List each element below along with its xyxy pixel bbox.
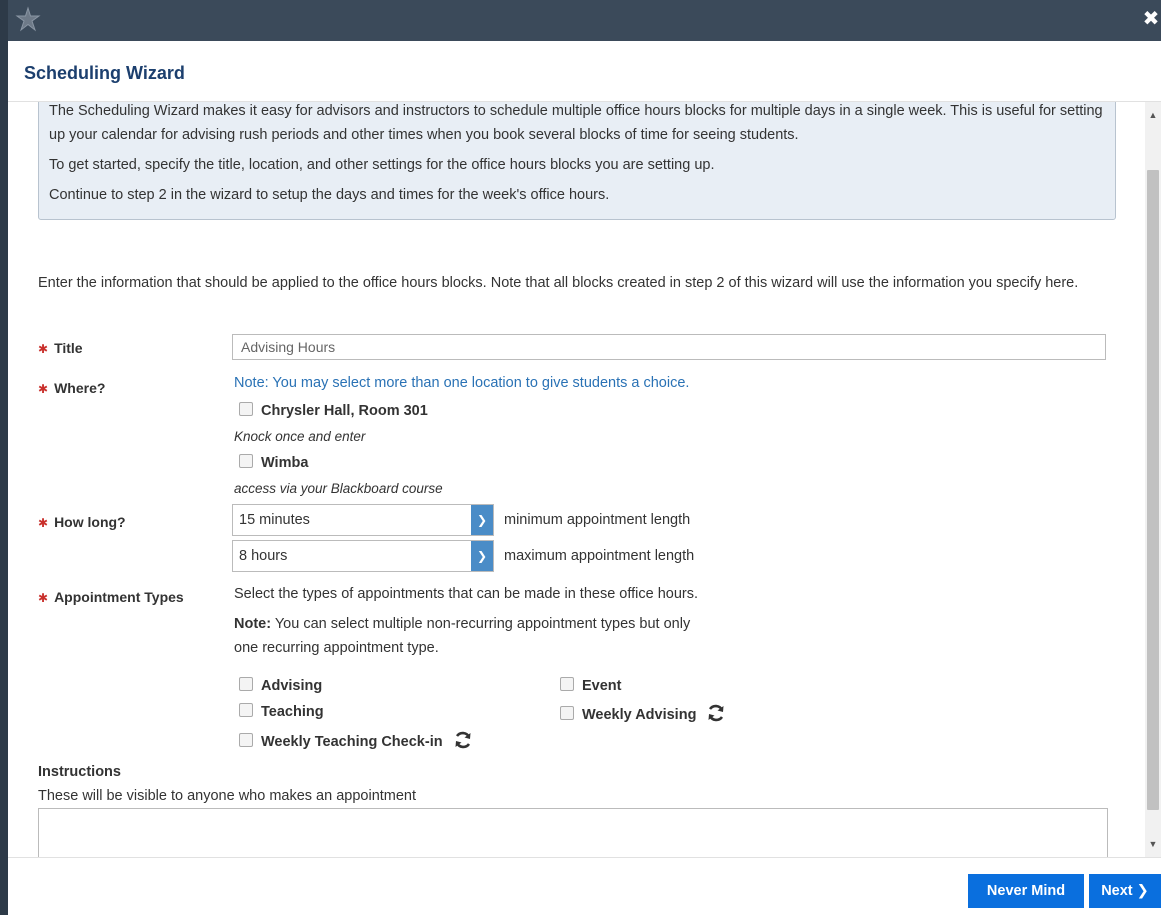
required-icon: ✱ bbox=[38, 516, 49, 530]
appointment-type-checkbox[interactable] bbox=[560, 706, 574, 720]
chevron-down-icon[interactable]: ❯ bbox=[471, 505, 493, 535]
appointment-type-checkbox[interactable] bbox=[239, 733, 253, 747]
star-logo-icon bbox=[15, 6, 41, 32]
dialog-titlebar: Scheduling Wizard bbox=[8, 41, 1161, 102]
required-icon: ✱ bbox=[38, 342, 49, 356]
instructions-textarea[interactable] bbox=[38, 808, 1108, 857]
where-note: Note: You may select more than one locat… bbox=[234, 375, 690, 391]
recurring-icon bbox=[708, 704, 724, 722]
title-input[interactable] bbox=[232, 334, 1106, 360]
required-icon: ✱ bbox=[38, 591, 49, 605]
intro-paragraph-2: To get started, specify the title, locat… bbox=[49, 157, 715, 173]
scroll-down-icon[interactable]: ▼ bbox=[1145, 836, 1161, 852]
required-icon: ✱ bbox=[38, 382, 49, 396]
location-checkbox[interactable] bbox=[239, 454, 253, 468]
location-option[interactable]: Wimba bbox=[239, 454, 308, 471]
intro-panel: The Scheduling Wizard makes it easy for … bbox=[38, 102, 1116, 220]
never-mind-button[interactable]: Never Mind bbox=[968, 874, 1084, 908]
appointment-types-note: Note: You can select multiple non-recurr… bbox=[234, 616, 691, 656]
scrollbar-thumb[interactable] bbox=[1147, 170, 1159, 810]
where-label: ✱ Where? bbox=[38, 380, 106, 396]
content-scrollbar[interactable]: ▲ ▼ bbox=[1145, 102, 1161, 857]
next-button[interactable]: Next ❯ bbox=[1089, 874, 1161, 908]
recurring-icon bbox=[455, 731, 471, 749]
appointment-types-label: ✱ Appointment Types bbox=[38, 589, 184, 605]
location-option[interactable]: Chrysler Hall, Room 301 bbox=[239, 402, 428, 419]
appointment-type-option[interactable]: Weekly Advising bbox=[560, 703, 726, 723]
left-edge bbox=[0, 0, 8, 915]
instructions-sub: These will be visible to anyone who make… bbox=[38, 788, 417, 804]
min-length-select[interactable]: 15 minutes ❯ bbox=[232, 504, 494, 536]
lead-text: Enter the information that should be app… bbox=[38, 275, 1079, 291]
max-length-hint: maximum appointment length bbox=[504, 548, 695, 564]
intro-paragraph-3: Continue to step 2 in the wizard to setu… bbox=[49, 187, 610, 203]
appointment-types-intro: Select the types of appointments that ca… bbox=[234, 586, 699, 602]
close-icon[interactable]: ✖ bbox=[1141, 7, 1161, 31]
intro-paragraph-1: The Scheduling Wizard makes it easy for … bbox=[49, 103, 1103, 143]
appointment-type-option[interactable]: Event bbox=[560, 677, 622, 694]
howlong-label: ✱ How long? bbox=[38, 514, 126, 530]
window-header: ✖ bbox=[8, 0, 1161, 41]
dialog-footer: Never Mind Next ❯ bbox=[8, 857, 1161, 916]
location-desc: Knock once and enter bbox=[234, 429, 366, 444]
title-label: ✱ Title bbox=[38, 340, 83, 356]
max-length-select[interactable]: 8 hours ❯ bbox=[232, 540, 494, 572]
appointment-type-option[interactable]: Advising bbox=[239, 677, 322, 694]
dialog-title: Scheduling Wizard bbox=[24, 63, 185, 83]
appointment-type-option[interactable]: Teaching bbox=[239, 703, 324, 720]
location-desc: access via your Blackboard course bbox=[234, 481, 443, 496]
appointment-type-checkbox[interactable] bbox=[239, 677, 253, 691]
min-length-hint: minimum appointment length bbox=[504, 512, 691, 528]
appointment-type-checkbox[interactable] bbox=[560, 677, 574, 691]
wizard-content[interactable]: The Scheduling Wizard makes it easy for … bbox=[8, 102, 1145, 857]
appointment-type-option[interactable]: Weekly Teaching Check-in bbox=[239, 730, 473, 750]
location-checkbox[interactable] bbox=[239, 402, 253, 416]
scroll-up-icon[interactable]: ▲ bbox=[1145, 107, 1161, 123]
instructions-label: Instructions bbox=[38, 764, 121, 780]
appointment-type-checkbox[interactable] bbox=[239, 703, 253, 717]
chevron-down-icon[interactable]: ❯ bbox=[471, 541, 493, 571]
